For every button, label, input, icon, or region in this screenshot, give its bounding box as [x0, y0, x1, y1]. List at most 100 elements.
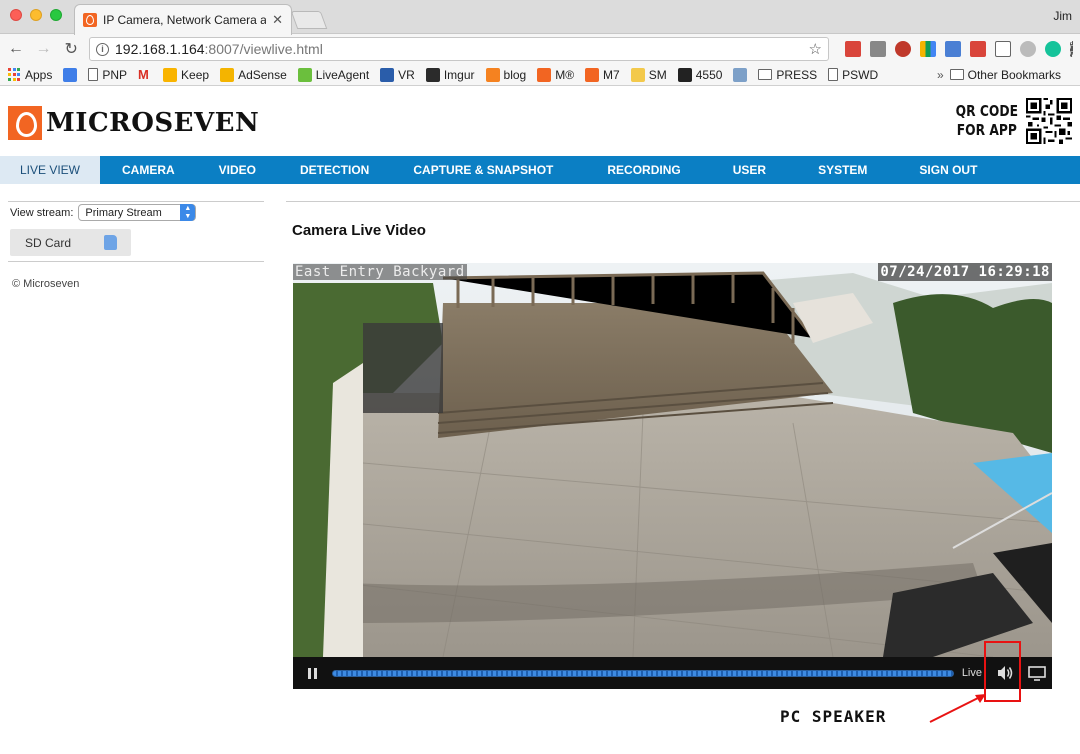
extension-save-icon[interactable] — [970, 41, 986, 57]
extension-red-icon[interactable] — [845, 41, 861, 57]
camera-name-overlay: East Entry Backyard — [293, 264, 467, 280]
forward-arrow-icon[interactable]: → — [34, 40, 54, 58]
nav-camera[interactable]: CAMERA — [100, 156, 197, 184]
bookmark-item[interactable] — [733, 67, 748, 82]
nav-system[interactable]: SYSTEM — [796, 156, 897, 184]
bookmark-item[interactable]: PNP — [88, 68, 127, 82]
cast-icon[interactable] — [995, 41, 1011, 57]
bookmark-item[interactable]: SM — [630, 67, 667, 82]
page-title: Camera Live Video — [292, 222, 426, 239]
nav-capture-snapshot[interactable]: CAPTURE & SNAPSHOT — [391, 156, 585, 184]
new-tab-button[interactable] — [290, 11, 328, 29]
live-indicator: Live — [961, 667, 982, 679]
liveagent-icon — [297, 67, 312, 82]
profile-name[interactable]: Jim — [1053, 9, 1072, 23]
timestamp-overlay: 07/24/2017 16:29:18 — [878, 263, 1052, 281]
bookmark-item[interactable] — [63, 67, 78, 82]
copyright-text: © Microseven — [12, 278, 80, 290]
live-progress-bar[interactable] — [331, 669, 954, 677]
qr-caption: QR CODE FOR APP — [955, 102, 1018, 139]
extension-blue-icon[interactable] — [945, 41, 961, 57]
live-video-player[interactable]: East Entry Backyard 07/24/2017 16:29:18 … — [293, 263, 1052, 689]
browser-toolbar: ← → ↻ i 192.168.1.164:8007/viewlive.html… — [0, 34, 1080, 64]
browser-tab[interactable]: IP Camera, Network Camera ar ✕ — [74, 4, 292, 35]
grammarly-icon[interactable] — [1045, 41, 1061, 57]
document-icon — [88, 68, 99, 81]
sd-card-button[interactable]: SD Card — [10, 229, 131, 256]
nav-live-view[interactable]: LIVE VIEW — [0, 156, 100, 184]
play-store-icon — [733, 67, 748, 82]
extensions-row — [845, 41, 1074, 57]
folder-icon — [949, 69, 964, 80]
address-bar[interactable]: i 192.168.1.164:8007/viewlive.html ☆ — [89, 37, 829, 61]
chrome-menu-icon[interactable] — [1070, 41, 1074, 57]
extension-pinterest-icon[interactable] — [895, 41, 911, 57]
stream-select[interactable]: Primary Stream ▲ ▼ — [78, 204, 197, 221]
qr-code-icon — [1026, 98, 1072, 144]
info-icon[interactable]: i — [96, 42, 110, 56]
microseven-logo-icon — [8, 106, 42, 140]
bookmark-star-icon[interactable]: ☆ — [809, 40, 822, 58]
qr-code-block: QR CODE FOR APP — [942, 98, 1072, 144]
select-arrows-icon: ▲ ▼ — [180, 204, 196, 221]
bookmark-item[interactable]: M — [138, 66, 152, 82]
window-controls — [10, 9, 62, 21]
bookmarks-bar: Apps PNP M Keep AdSense LiveAgent VR Imgur blog M… — [0, 64, 1080, 86]
close-window-button[interactable] — [10, 9, 22, 21]
microseven-favicon-icon — [83, 13, 97, 27]
back-arrow-icon[interactable]: ← — [6, 40, 26, 58]
extension-cloud-icon[interactable] — [1020, 41, 1036, 57]
nav-sign-out[interactable]: SIGN OUT — [897, 156, 999, 184]
q-icon — [677, 67, 692, 82]
pause-icon[interactable] — [293, 657, 329, 689]
keep-icon — [163, 67, 178, 82]
imgur-icon — [425, 67, 440, 82]
bookmark-item[interactable]: M® — [537, 67, 574, 82]
bookmark-item[interactable]: LiveAgent — [297, 67, 369, 82]
sidebar-divider — [8, 201, 264, 202]
bookmark-item[interactable]: Keep — [163, 67, 209, 82]
content-divider — [286, 201, 1080, 202]
bookmark-item[interactable]: M7 — [585, 67, 620, 82]
url-text[interactable]: 192.168.1.164:8007/viewlive.html — [115, 41, 803, 57]
bookmark-item[interactable]: VR — [380, 67, 415, 82]
pc-speaker-annotation: PC SPEAKER — [780, 707, 887, 726]
bookmarks-overflow-button[interactable]: » — [937, 68, 944, 82]
extension-analytics-icon[interactable] — [920, 41, 936, 57]
sidebar-divider-2 — [8, 261, 264, 262]
bookmark-item[interactable]: AdSense — [220, 67, 287, 82]
bookmark-item[interactable]: 4550 — [677, 67, 722, 82]
nav-user[interactable]: USER — [711, 156, 796, 184]
bookmark-item[interactable]: PRESS — [758, 68, 817, 82]
view-stream-label: View stream: — [10, 206, 74, 219]
monitor-icon — [1028, 666, 1046, 681]
camera-feed-image — [293, 263, 1052, 657]
bookmark-item[interactable]: blog — [485, 67, 526, 82]
nav-detection[interactable]: DETECTION — [278, 156, 391, 184]
extension-help-icon[interactable] — [870, 41, 886, 57]
minimize-window-button[interactable] — [30, 9, 42, 21]
tab-close-icon[interactable]: ✕ — [272, 12, 283, 28]
vr-icon — [380, 67, 395, 82]
bookmark-item[interactable]: Apps — [8, 68, 52, 82]
browser-titlebar: IP Camera, Network Camera ar ✕ Jim — [0, 0, 1080, 35]
player-controls: Live — [293, 657, 1052, 689]
maximize-window-button[interactable] — [50, 9, 62, 21]
fullscreen-button[interactable] — [1022, 657, 1052, 689]
gmail-icon: M — [138, 66, 149, 82]
reload-icon[interactable]: ↻ — [61, 39, 81, 59]
microseven-icon — [537, 67, 552, 82]
microseven-icon — [585, 67, 600, 82]
nav-video[interactable]: VIDEO — [197, 156, 278, 184]
calendar-icon — [63, 67, 78, 82]
other-bookmarks-folder[interactable]: Other Bookmarks — [949, 68, 1061, 82]
bookmark-item[interactable]: Imgur — [425, 67, 475, 82]
tab-title: IP Camera, Network Camera ar — [103, 13, 267, 27]
blog-icon — [485, 67, 500, 82]
nav-recording[interactable]: RECORDING — [585, 156, 710, 184]
bookmark-item[interactable]: PSWD — [828, 68, 878, 82]
brand-name: MICROSEVEN — [46, 108, 260, 138]
sd-card-icon — [104, 235, 117, 250]
mail-icon — [630, 67, 645, 82]
microseven-logo[interactable]: MICROSEVEN — [8, 106, 259, 140]
